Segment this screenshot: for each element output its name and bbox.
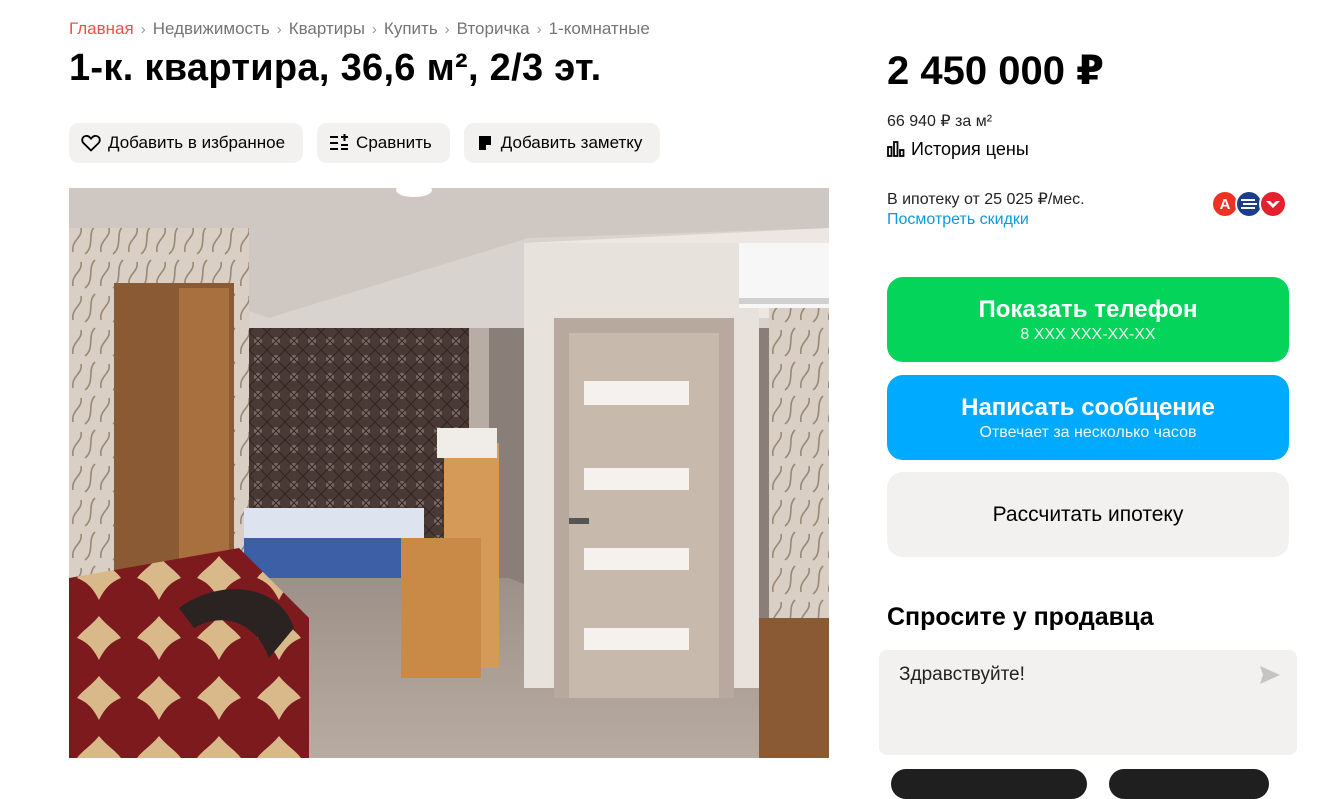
breadcrumb: Главная › Недвижимость › Квартиры › Купи… (69, 19, 650, 39)
write-message-label: Написать сообщение (961, 393, 1215, 421)
breadcrumb-home[interactable]: Главная (69, 19, 134, 39)
price-history-link[interactable]: История цены (887, 139, 1029, 160)
breadcrumb-item-apartments[interactable]: Квартиры (289, 19, 365, 39)
listing-photo[interactable] (69, 188, 829, 758)
response-time-text: Отвечает за несколько часов (979, 423, 1197, 441)
compare-button[interactable]: Сравнить (317, 123, 450, 163)
calculate-mortgage-button[interactable]: Рассчитать ипотеку (887, 472, 1289, 557)
breadcrumb-separator: › (444, 20, 450, 38)
red-bank-icon (1259, 190, 1287, 218)
quick-question-chip[interactable] (891, 769, 1087, 799)
breadcrumb-item-buy[interactable]: Купить (384, 19, 438, 39)
ask-seller-title: Спросите у продавца (887, 603, 1154, 631)
breadcrumb-item-secondary[interactable]: Вторичка (457, 19, 530, 39)
breadcrumb-item-realty[interactable]: Недвижимость (153, 19, 270, 39)
apartment-photo (69, 188, 829, 758)
breadcrumb-separator: › (536, 20, 542, 38)
bank-icons: А (1211, 190, 1291, 220)
calculate-mortgage-label: Рассчитать ипотеку (992, 502, 1184, 526)
add-note-label: Добавить заметку (500, 133, 643, 152)
compare-label: Сравнить (356, 133, 432, 152)
add-favorite-button[interactable]: Добавить в избранное (69, 123, 304, 163)
send-icon[interactable] (1259, 665, 1281, 685)
breadcrumb-separator: › (371, 20, 377, 38)
breadcrumb-separator: › (140, 20, 146, 38)
price-history-label: История цены (911, 139, 1029, 159)
compare-icon (330, 134, 349, 150)
view-discounts-link[interactable]: Посмотреть скидки (887, 211, 1029, 229)
write-message-button[interactable]: Написать сообщение Отвечает за несколько… (887, 375, 1289, 460)
listing-actions: Добавить в избранное Сравнить Добавить з… (69, 123, 661, 163)
add-note-button[interactable]: Добавить заметку (463, 123, 661, 163)
show-phone-button[interactable]: Показать телефон 8 XXX XXX-XX-XX (887, 277, 1289, 362)
add-favorite-label: Добавить в избранное (108, 133, 286, 152)
masked-phone-number: 8 XXX XXX-XX-XX (1020, 325, 1156, 343)
bar-chart-icon (887, 141, 905, 157)
breadcrumb-separator: › (276, 20, 282, 38)
seller-message-value: Здравствуйте! (899, 664, 1025, 685)
page-title: 1-к. квартира, 36,6 м², 2/3 эт. (69, 47, 602, 89)
price: 2 450 000 ₽ (887, 49, 1104, 93)
breadcrumb-item-one-room[interactable]: 1-комнатные (549, 19, 650, 39)
mortgage-offer-text: В ипотеку от 25 025 ₽/мес. (887, 191, 1085, 208)
note-icon (478, 136, 491, 150)
heart-icon (81, 134, 101, 152)
quick-question-chip[interactable] (1109, 769, 1269, 799)
seller-message-input[interactable]: Здравствуйте! (879, 650, 1297, 755)
show-phone-label: Показать телефон (978, 295, 1198, 323)
price-per-square-meter: 66 940 ₽ за м² (887, 113, 993, 130)
